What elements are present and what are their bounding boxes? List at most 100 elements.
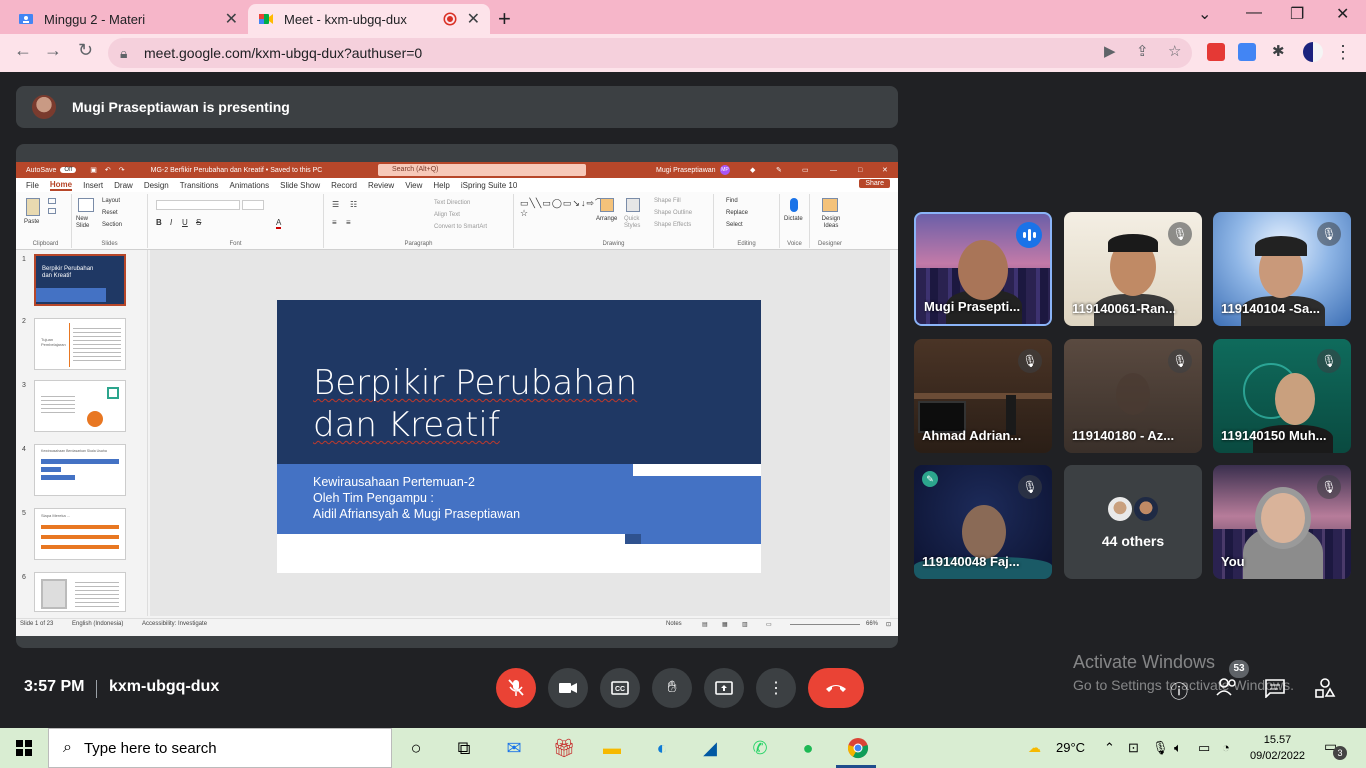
slide-thumbnail-6[interactable] — [34, 572, 126, 612]
whatsapp-icon[interactable]: ✆ — [748, 736, 772, 760]
bookmark-star-icon[interactable]: ☆ — [1168, 42, 1181, 60]
notification-center-icon[interactable]: ▭ 3 — [1324, 738, 1347, 760]
copy-icon[interactable] — [48, 208, 56, 214]
align-center-icon[interactable]: ≡ — [346, 218, 351, 227]
slide-thumbnail-4[interactable]: Kewirausahaan Berdasarkan Skala Usaha — [34, 444, 126, 496]
ppt-close-button[interactable]: ✕ — [882, 166, 888, 174]
profile-avatar[interactable] — [1303, 42, 1323, 62]
shape-effects-button[interactable]: Shape Effects — [654, 222, 691, 228]
normal-view-icon[interactable]: ▤ — [702, 621, 708, 628]
bold-icon[interactable]: B — [156, 218, 162, 227]
forward-arrow-icon[interactable]: → — [44, 40, 62, 61]
design-ideas-icon[interactable] — [822, 198, 838, 212]
slideshow-icon[interactable]: ▭ — [766, 621, 772, 628]
edge-icon[interactable]: ◐ — [650, 736, 674, 760]
redo-icon[interactable]: ↷ — [119, 166, 125, 174]
slide-thumbnail-3[interactable] — [34, 380, 126, 432]
reload-icon[interactable]: ↻ — [78, 40, 93, 61]
camera-blocked-icon[interactable]: ▶︎ — [1104, 42, 1116, 60]
cortana-icon[interactable]: ○ — [404, 736, 428, 760]
accessibility-status[interactable]: Accessibility: Investigate — [142, 621, 207, 627]
app-icon[interactable]: ◢ — [698, 736, 722, 760]
file-explorer-icon[interactable]: ▬ — [600, 736, 624, 760]
menu-design[interactable]: Design — [144, 181, 169, 190]
browser-menu-icon[interactable]: ⋮ — [1334, 42, 1352, 63]
extension-m-icon[interactable] — [1207, 43, 1225, 61]
slide-sorter-icon[interactable]: ▦ — [722, 621, 728, 628]
convert-smartart-button[interactable]: Convert to SmartArt — [434, 224, 487, 230]
menu-file[interactable]: File — [26, 181, 39, 190]
diamond-icon[interactable]: ◆ — [750, 166, 755, 174]
menu-record[interactable]: Record — [331, 181, 357, 190]
cut-icon[interactable] — [48, 198, 56, 204]
present-now-button[interactable] — [704, 668, 744, 708]
weather-icon[interactable]: ☁︎ — [1028, 740, 1041, 756]
reading-view-icon[interactable]: ▥ — [742, 621, 748, 628]
align-text-button[interactable]: Align Text — [434, 212, 460, 218]
strikethrough-icon[interactable]: S — [196, 218, 201, 227]
text-direction-button[interactable]: Text Direction — [434, 200, 470, 206]
participant-tile[interactable]: 🎙︎ 119140180 - Az... — [1064, 339, 1202, 453]
notes-button[interactable]: Notes — [666, 621, 682, 627]
usb-icon[interactable]: ⊡ — [1128, 740, 1139, 756]
participant-tile[interactable]: 🎙︎ 119140061-Ran... — [1064, 212, 1202, 326]
meeting-details-icon[interactable]: ⓘ — [1170, 678, 1188, 704]
menu-animations[interactable]: Animations — [230, 181, 270, 190]
activities-icon[interactable] — [1314, 678, 1336, 703]
share-icon[interactable]: ⇪ — [1136, 42, 1149, 60]
address-bar[interactable]: 🔒︎ meet.google.com/kxm-ubgq-dux?authuser… — [108, 38, 1192, 68]
italic-icon[interactable]: I — [170, 218, 172, 227]
microphone-off-button[interactable] — [496, 668, 536, 708]
people-icon[interactable] — [1216, 678, 1238, 701]
paste-icon[interactable] — [26, 198, 40, 216]
menu-ispring[interactable]: iSpring Suite 10 — [461, 181, 517, 190]
menu-slide-show[interactable]: Slide Show — [280, 181, 320, 190]
replace-button[interactable]: Replace — [726, 210, 748, 216]
ppt-maximize-button[interactable]: □ — [858, 167, 862, 174]
windows-start-icon[interactable] — [16, 740, 32, 756]
volume-icon[interactable]: 🔈︎ — [1174, 740, 1182, 756]
slide-scrollbar[interactable] — [890, 250, 898, 616]
ppt-user-avatar[interactable]: MP — [720, 165, 730, 175]
taskbar-search-box[interactable]: ⌕ Type here to search — [48, 728, 392, 768]
zoom-slider[interactable] — [790, 624, 860, 625]
align-left-icon[interactable]: ≡ — [332, 218, 337, 227]
temperature[interactable]: 29°C — [1056, 740, 1085, 755]
section-button[interactable]: Section — [102, 222, 122, 228]
slide-thumbnail-1[interactable]: Berpikir Perubahan dan Kreatif — [34, 254, 126, 306]
menu-help[interactable]: Help — [433, 181, 449, 190]
zoom-level[interactable]: 66% — [866, 621, 878, 627]
tab-search-chevron-icon[interactable]: ⌄ — [1198, 4, 1211, 24]
tab-minggu-2-materi[interactable]: Minggu 2 - Materi ✕ — [8, 4, 248, 34]
leave-call-button[interactable] — [808, 668, 864, 708]
minimize-button[interactable]: — — [1246, 4, 1262, 22]
chat-icon[interactable] — [1264, 678, 1286, 703]
wifi-icon[interactable]: ◔ — [1222, 740, 1230, 755]
undo-icon[interactable]: ↶ — [105, 166, 111, 174]
back-arrow-icon[interactable]: ← — [14, 40, 32, 61]
mail-icon[interactable]: ✉ — [502, 736, 526, 760]
shapes-gallery[interactable]: ▭╲╲▭◯▭↘↓⇨⌒{}☆ — [520, 198, 612, 218]
microphone-icon[interactable] — [790, 198, 798, 212]
autosave-toggle[interactable]: Off — [60, 167, 77, 173]
layout-button[interactable]: Layout — [102, 198, 120, 204]
ppt-minimize-button[interactable]: — — [830, 167, 837, 174]
participant-tile[interactable]: Mugi Prasepti... — [914, 212, 1052, 326]
battery-icon[interactable]: ▭ — [1198, 740, 1210, 756]
slide-editing-canvas[interactable]: Berpikir Perubahan dan Kreatif Kewirausa… — [150, 250, 890, 616]
microphone-tray-icon[interactable]: 🎙︎ — [1152, 740, 1169, 756]
participant-tile[interactable]: 🎙︎ 119140104 -Sa... — [1213, 212, 1351, 326]
menu-review[interactable]: Review — [368, 181, 394, 190]
tab-meet[interactable]: Meet - kxm-ubgq-dux ✕ — [248, 4, 490, 34]
extensions-puzzle-icon[interactable]: ✱ — [1272, 42, 1285, 60]
self-tile[interactable]: 🎙︎ You — [1213, 465, 1351, 579]
more-options-button[interactable]: ⋮ — [756, 668, 796, 708]
show-hidden-icons-chevron[interactable]: ⌃ — [1104, 740, 1115, 756]
ribbon-display-icon[interactable]: ▭ — [802, 166, 809, 174]
close-icon[interactable]: ✕ — [225, 9, 238, 29]
find-button[interactable]: Find — [726, 198, 738, 204]
close-window-button[interactable]: ✕ — [1336, 4, 1349, 24]
captions-button[interactable]: CC — [600, 668, 640, 708]
raise-hand-button[interactable]: ✋︎ — [652, 668, 692, 708]
shape-outline-button[interactable]: Shape Outline — [654, 210, 692, 216]
